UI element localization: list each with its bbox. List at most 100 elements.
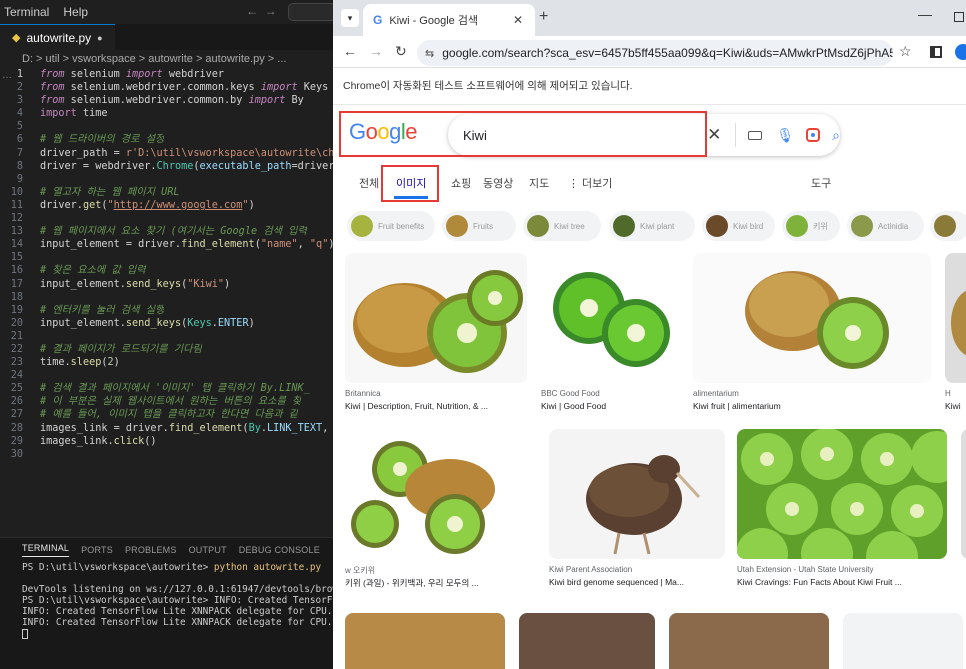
mic-icon[interactable]: 🎙	[776, 127, 794, 144]
tab-tools[interactable]: 도구	[811, 175, 831, 191]
image-thumbnail[interactable]	[693, 253, 931, 383]
panel-tab-debug-console[interactable]: DEBUG CONSOLE	[239, 545, 320, 555]
image-result[interactable]	[961, 429, 966, 599]
image-source[interactable]: BBC Good Food	[541, 389, 678, 398]
related-chip[interactable]: Fruit benefits	[347, 211, 435, 241]
code-line[interactable]: 8 driver = webdriver.Chrome(executable_pa…	[0, 160, 333, 173]
code-line[interactable]: 1 from selenium import webdriver	[0, 68, 333, 81]
image-source[interactable]: alimentarium	[693, 389, 931, 398]
search-tab[interactable]: 동영상	[483, 175, 513, 191]
forward-icon[interactable]: →	[369, 43, 383, 59]
image-thumbnail[interactable]	[549, 429, 725, 559]
code-line[interactable]: 20 input_element.send_keys(Keys.ENTER)	[0, 317, 333, 330]
code-line[interactable]: 18	[0, 291, 333, 304]
nav-arrows-icon[interactable]: ← →	[246, 4, 277, 18]
related-chip[interactable]: 키위	[782, 211, 840, 241]
terminal[interactable]: PS D:\util\vsworkspace\autowrite> python…	[0, 562, 333, 639]
image-title[interactable]: Kiwi | Description, Fruit, Nutrition, & …	[345, 401, 527, 411]
lens-icon[interactable]	[806, 128, 821, 142]
panel-tab-terminal[interactable]: TERMINAL	[22, 543, 70, 557]
image-result[interactable]: w 오키위 키위 (과일) - 위키백과, 우리 모두의 ...	[345, 429, 535, 599]
image-source[interactable]: H	[945, 389, 966, 398]
image-source[interactable]: w 오키위	[345, 565, 535, 576]
image-thumbnail[interactable]	[345, 253, 527, 383]
search-tab[interactable]: 쇼핑	[451, 175, 471, 191]
bookmark-star-icon[interactable]: ☆	[899, 43, 912, 60]
search-tab[interactable]: 전체	[359, 175, 379, 191]
image-result[interactable]: Kiwi Parent Association Kiwi bird genome …	[549, 429, 725, 599]
google-logo[interactable]: Google	[349, 119, 418, 145]
tab-search-icon[interactable]: ▾	[341, 9, 359, 27]
image-thumbnail[interactable]	[843, 613, 963, 669]
code-line[interactable]: 14 input_element = driver.find_element("n…	[0, 238, 333, 251]
code-line[interactable]: 9	[0, 173, 333, 186]
code-line[interactable]: 11 driver.get("http://www.google.com")	[0, 199, 333, 212]
image-title[interactable]: Kiwi | Good Food	[541, 401, 678, 411]
image-result[interactable]: Utah Extension - Utah State University Ki…	[737, 429, 947, 599]
maximize-icon[interactable]	[954, 12, 964, 22]
profile-avatar[interactable]	[955, 44, 966, 60]
image-thumbnail[interactable]	[345, 429, 535, 559]
search-icon[interactable]: ⌕	[832, 127, 840, 144]
panel-tab-ports[interactable]: PORTS	[81, 545, 113, 555]
site-info-icon[interactable]: ⇆	[425, 47, 434, 60]
image-source[interactable]: Kiwi Parent Association	[549, 565, 725, 574]
browser-tab[interactable]: G Kiwi - Google 검색 ✕	[363, 4, 535, 36]
code-line[interactable]: 27 # 예를 들어, 이미지 탭을 클릭하고자 한다면 다음과 같	[0, 408, 333, 421]
code-line[interactable]: 12	[0, 212, 333, 225]
code-line[interactable]: 16 # 찾은 요소에 값 입력	[0, 264, 333, 277]
image-title[interactable]: Kiwi Cravings: Fun Facts About Kiwi Frui…	[737, 577, 947, 587]
command-center[interactable]	[288, 3, 333, 21]
search-input[interactable]: Kiwi	[463, 128, 707, 143]
close-tab-icon[interactable]: ✕	[513, 13, 523, 27]
image-thumbnail[interactable]	[945, 253, 966, 383]
menu-help[interactable]: Help	[63, 5, 88, 19]
code-line[interactable]: 19 # 엔터키를 눌러 검색 실행	[0, 304, 333, 317]
code-line[interactable]: 2 from selenium.webdriver.common.keys imp…	[0, 81, 333, 94]
image-thumbnail[interactable]	[345, 613, 505, 669]
image-thumbnail[interactable]	[737, 429, 947, 559]
code-line[interactable]: 28 images_link = driver.find_element(By.L…	[0, 422, 333, 435]
code-line[interactable]: 22 # 결과 페이지가 로드되기를 기다림	[0, 343, 333, 356]
code-line[interactable]: 24	[0, 369, 333, 382]
breadcrumb[interactable]: D: > util > vsworkspace > autowrite > au…	[0, 50, 333, 68]
search-tab[interactable]: 지도	[529, 175, 549, 191]
code-line[interactable]: 30	[0, 448, 333, 461]
code-line[interactable]: 5	[0, 120, 333, 133]
image-result[interactable]: H Kiwi	[945, 253, 966, 423]
image-title[interactable]: 키위 (과일) - 위키백과, 우리 모두의 ...	[345, 577, 535, 589]
unsaved-dot-icon[interactable]: ●	[97, 33, 102, 43]
panel-tab-problems[interactable]: PROBLEMS	[125, 545, 177, 555]
code-line[interactable]: 15	[0, 251, 333, 264]
code-line[interactable]: 25 # 검색 결과 페이지에서 '이미지' 탭 클릭하기 By.LINK_	[0, 382, 333, 395]
code-line[interactable]: 29 images_link.click()	[0, 435, 333, 448]
related-chip[interactable]: Actinidia	[847, 211, 924, 241]
clear-icon[interactable]: ✕	[707, 125, 721, 145]
code-line[interactable]: 4 import time	[0, 107, 333, 120]
image-title[interactable]: Kiwi fruit | alimentarium	[693, 401, 931, 411]
code-line[interactable]: 23 time.sleep(2)	[0, 356, 333, 369]
image-source[interactable]: Britannica	[345, 389, 527, 398]
related-chip[interactable]	[930, 211, 966, 241]
image-thumbnail[interactable]	[669, 613, 829, 669]
related-chip[interactable]: Fruits	[442, 211, 516, 241]
related-chip[interactable]: Kiwi plant	[609, 211, 695, 241]
code-line[interactable]: 17 input_element.send_keys("Kiwi")	[0, 278, 333, 291]
image-result[interactable]: Britannica Kiwi | Description, Fruit, Nut…	[345, 253, 527, 423]
search-tab[interactable]: ⋮ 더보기	[568, 175, 612, 191]
related-chip[interactable]: Kiwi tree	[523, 211, 601, 241]
code-line[interactable]: 21	[0, 330, 333, 343]
panel-tab-output[interactable]: OUTPUT	[189, 545, 227, 555]
new-tab-icon[interactable]: +	[539, 8, 548, 26]
search-box[interactable]: Kiwi ✕ 🎙 ⌕	[448, 114, 840, 156]
image-result[interactable]: BBC Good Food Kiwi | Good Food	[541, 253, 678, 423]
image-title[interactable]: Kiwi bird genome sequenced | Ma...	[549, 577, 725, 587]
keyboard-icon[interactable]	[748, 130, 763, 140]
image-thumbnail[interactable]	[519, 613, 655, 669]
reload-icon[interactable]: ↻	[395, 43, 407, 60]
image-result[interactable]: alimentarium Kiwi fruit | alimentarium	[693, 253, 931, 423]
search-tab[interactable]: 이미지	[393, 175, 429, 199]
code-line[interactable]: 13 # 웹 페이지에서 요소 찾기 (여기서는 Google 검색 입력	[0, 225, 333, 238]
back-icon[interactable]: ←	[343, 43, 357, 59]
image-thumbnail[interactable]	[541, 253, 678, 383]
